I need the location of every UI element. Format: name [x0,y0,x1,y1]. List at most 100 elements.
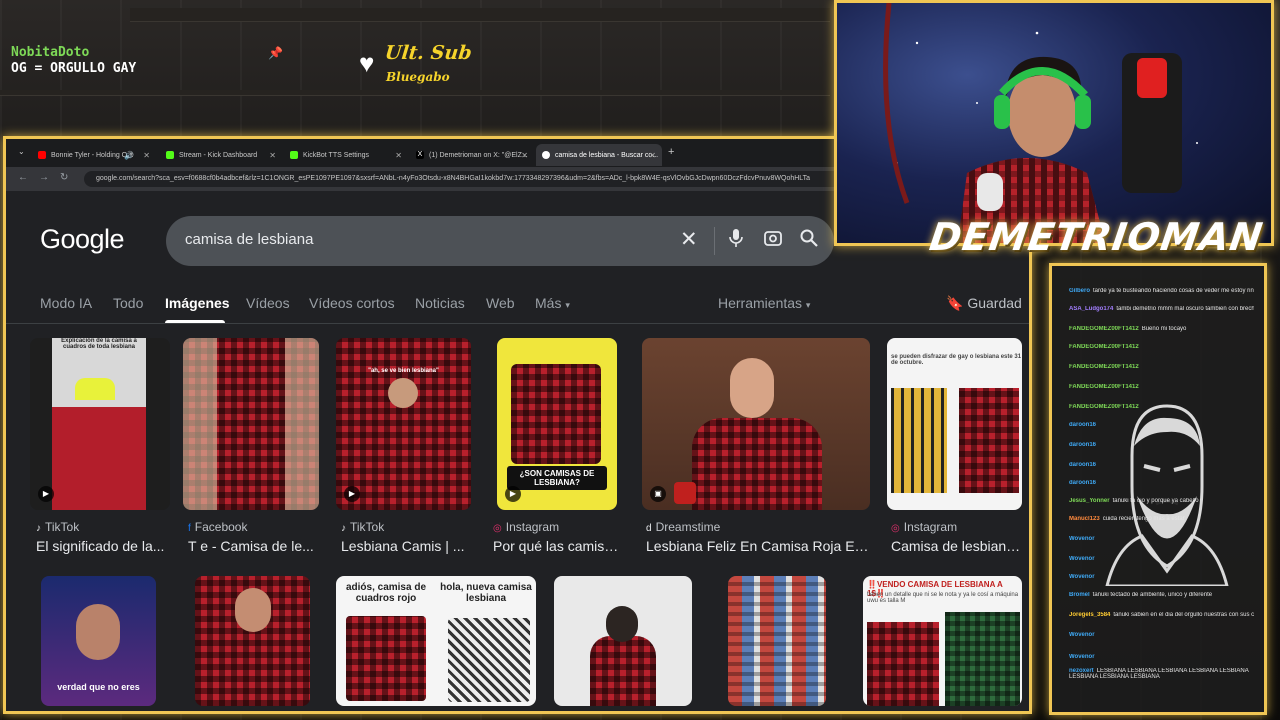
face-shape [76,604,120,660]
image-result[interactable] [554,576,692,706]
chat-username[interactable]: Wovenor [1069,556,1095,562]
result-title[interactable]: T e - Camisa de le... [188,538,318,554]
image-result[interactable] [195,576,310,706]
chat-username[interactable]: Jesus_Yonner [1069,498,1110,504]
close-icon[interactable]: ✕ [269,151,276,160]
tab-x-demetrioman[interactable]: X (1) Demetrioman on X: "@ElZ... ✕ [410,144,534,166]
source-label[interactable]: d Dreamstime [646,520,720,534]
red-shirt-shape [590,636,656,706]
microphone-icon[interactable] [728,228,744,254]
image-result[interactable] [183,338,319,510]
chat-username[interactable]: FANDEGOMEZ00FT1412 [1069,404,1139,410]
tab-images[interactable]: Imágenes [165,295,230,311]
image-result[interactable]: se pueden disfrazar de gay o lesbiana es… [887,338,1022,510]
new-tab-icon[interactable]: + [668,146,674,158]
close-icon[interactable]: ✕ [521,151,528,160]
chat-username[interactable]: Wovenor [1069,632,1095,638]
chat-username[interactable]: daroon16 [1069,462,1096,468]
face-shape [388,378,418,408]
chat-username[interactable]: FANDEGOMEZ00FT1412 [1069,364,1139,370]
result-title[interactable]: Por qué las camisa... [493,538,623,554]
tab-more[interactable]: Más ▾ [535,295,570,311]
thumbnail-caption: ¿SON CAMISAS DE LESBIANA? [507,466,607,490]
highlight-chat-user: NobitaDoto [11,45,90,60]
close-icon[interactable]: ✕ [395,151,402,160]
chat-username[interactable]: FANDEGOMEZ00FT1412 [1069,326,1139,332]
lens-camera-icon[interactable] [763,228,783,254]
source-label[interactable]: ◎ Instagram [493,520,559,534]
close-icon[interactable]: ✕ [143,151,150,160]
result-title[interactable]: Lesbiana Camis | ... [341,538,471,554]
chat-username[interactable]: daroon16 [1069,422,1096,428]
forward-icon[interactable]: → [39,172,49,183]
search-icon[interactable] [799,228,819,254]
tab-all[interactable]: Todo [113,295,143,311]
red-shirt-shape [959,388,1019,493]
tab-google-search[interactable]: camisa de lesbiana - Buscar co... ✕ [536,144,662,166]
chat-text: Bueno mi tocayo [1141,326,1187,332]
tab-short-videos[interactable]: Vídeos cortos [309,295,395,311]
google-logo[interactable]: Google [40,224,125,255]
thumbnail-caption: hola, nueva camisa lesbiana [440,582,532,604]
image-result[interactable]: ▣ [642,338,870,510]
back-icon[interactable]: ← [18,172,28,183]
chat-username[interactable]: Joregels_3584 [1069,612,1110,618]
source-label[interactable]: f Facebook [188,520,247,534]
image-result[interactable]: verdad que no eres [41,576,156,706]
chat-username[interactable]: Gilbero [1069,288,1090,294]
youtube-icon [38,151,46,159]
chat-username[interactable]: Manucl123 [1069,516,1100,522]
tab-youtube[interactable]: Bonnie Tyler - Holding Out 🔊 ✕ [32,144,156,166]
chat-message: Wovenor [1069,536,1254,542]
streamer-name: DEMETRIOMAN [926,215,1267,259]
image-result[interactable]: Explicación de la camisa a cuadros de to… [30,338,170,510]
tools-button[interactable]: Herramientas ▾ [718,295,810,311]
chat-username[interactable]: Bromel [1069,592,1090,598]
stream-scene: NobitaDoto OG = ORGULLO GAY 📌 ♥ Ult. Sub… [0,0,1280,720]
tab-news[interactable]: Noticias [415,295,465,311]
tab-kickbot[interactable]: KickBot TTS Settings ✕ [284,144,408,166]
instagram-icon: ◎ [891,523,900,534]
chat-message: FANDEGOMEZ00FT1412 [1069,384,1254,390]
search-type-tabs: Modo IA Todo Imágenes Vídeos Vídeos cort… [6,292,1029,324]
tab-videos[interactable]: Vídeos [246,295,290,311]
chat-username[interactable]: FANDEGOMEZ00FT1412 [1069,344,1139,350]
saved-button[interactable]: 🔖 Guardad [946,295,1022,312]
search-input[interactable]: camisa de lesbiana [185,231,313,248]
source-label[interactable]: ◎ Instagram [891,520,957,534]
chat-text: tanuki sabien en el dia del orgullo nues… [1113,612,1254,618]
chat-username[interactable]: daroon16 [1069,480,1096,486]
tab-ai-mode[interactable]: Modo IA [40,295,92,311]
result-title[interactable]: Camisa de lesbiana ... [891,538,1022,554]
clear-icon[interactable]: ✕ [680,227,698,252]
image-result[interactable]: "ah, se ve bien lesbiana" ▶ [336,338,471,510]
chat-username[interactable]: FANDEGOMEZ00FT1412 [1069,384,1139,390]
chat-message: FANDEGOMEZ00FT1412 [1069,344,1254,350]
result-title[interactable]: El significado de la... [36,538,166,554]
chat-username[interactable]: Wovenor [1069,574,1095,580]
source-label[interactable]: ♪ TikTok [36,520,79,534]
chat-message: Joregels_3584 tanuki sabien en el dia del… [1069,612,1254,618]
chat-username[interactable]: daroon16 [1069,442,1096,448]
chat-message: FANDEGOMEZ00FT1412 [1069,404,1254,410]
chat-username[interactable]: Wovenor [1069,654,1095,660]
tab-kick-dashboard[interactable]: Stream - Kick Dashboard ✕ [160,144,282,166]
source-name: TikTok [350,520,385,534]
source-label[interactable]: ♪ TikTok [341,520,384,534]
chat-message: FANDEGOMEZ00FT1412 [1069,364,1254,370]
search-box[interactable]: camisa de lesbiana ✕ [166,216,834,266]
image-result[interactable]: ¿SON CAMISAS DE LESBIANA? ▶ [497,338,617,510]
image-result[interactable]: ‼️VENDO CAMISA DE LESBIANA A 1$‼️ tienen… [863,576,1022,706]
chat-username[interactable]: ASA_Ludgo174 [1069,306,1113,312]
chat-text: cuida recien tengo mas a estar [1102,516,1185,522]
result-title[interactable]: Lesbiana Feliz En Camisa Roja En... [646,538,870,554]
chat-username[interactable]: Wovenor [1069,536,1095,542]
image-result[interactable]: adiós, camisa de cuadros rojo hola, nuev… [336,576,536,706]
play-icon: ▶ [38,486,54,502]
close-icon[interactable]: ✕ [649,151,656,160]
chat-message: nezoxert LESBIANA LESBIANA LESBIANA LESBI… [1069,668,1254,680]
tab-search-icon[interactable]: ⌄ [18,147,25,156]
tab-web[interactable]: Web [486,295,515,311]
reload-icon[interactable]: ↻ [60,172,68,183]
image-result[interactable] [728,576,826,706]
